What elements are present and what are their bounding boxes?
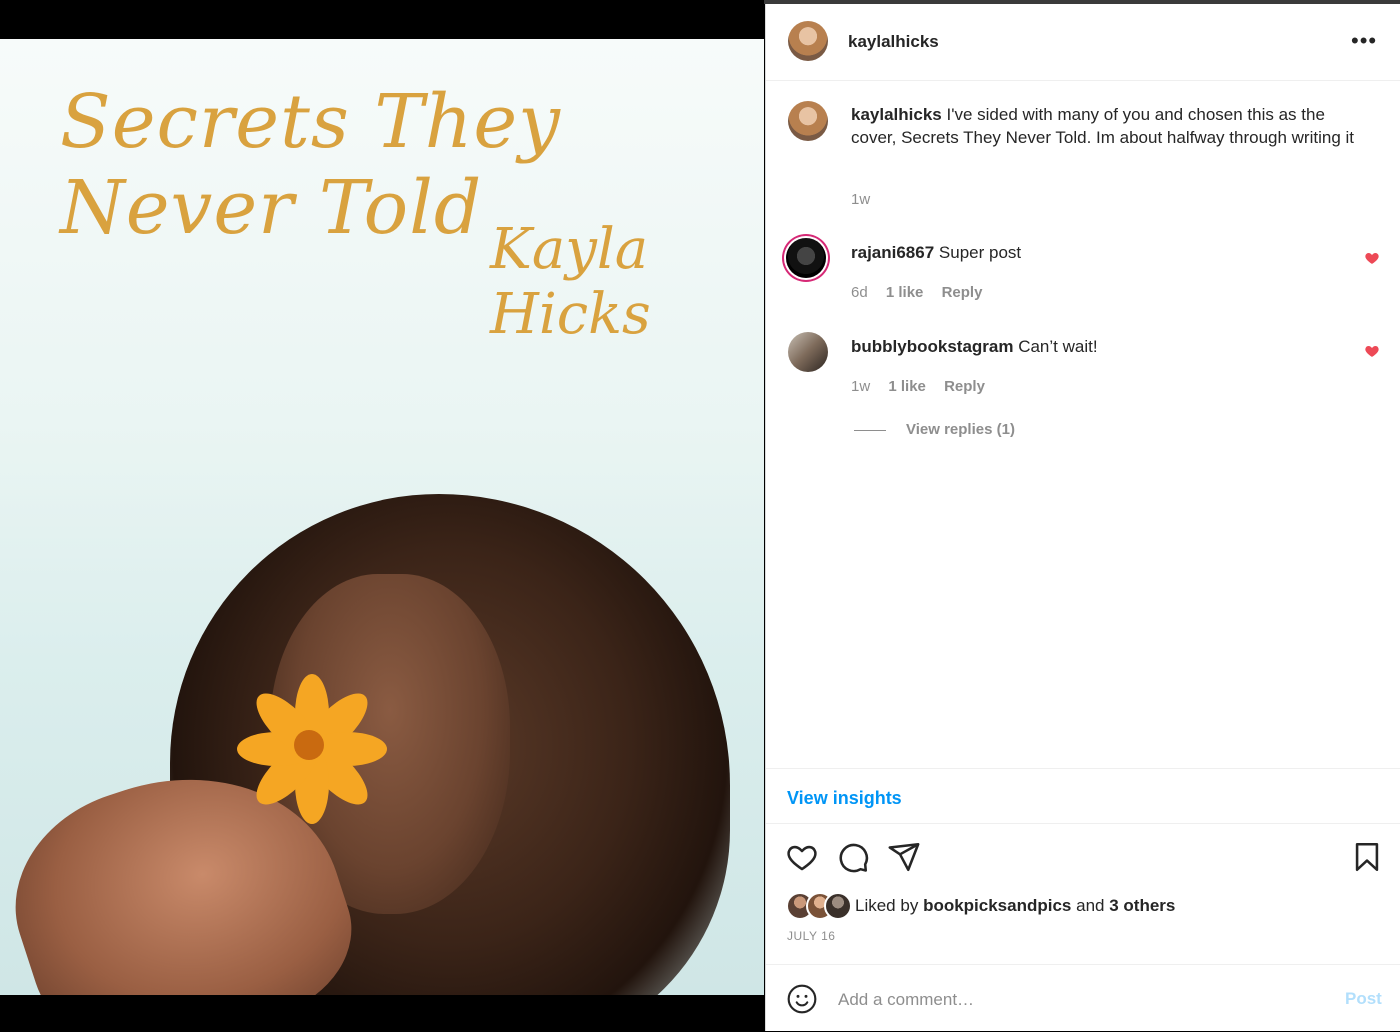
comment-input[interactable]	[836, 987, 1320, 1013]
view-replies-label: View replies (1)	[906, 421, 1015, 438]
comment-time: 6d	[851, 284, 868, 301]
comment-like-count[interactable]: 1 like	[888, 378, 926, 395]
comment-meta: 6d 1 like Reply	[851, 284, 996, 301]
author-avatar[interactable]	[788, 21, 828, 61]
emoji-icon[interactable]	[786, 983, 818, 1015]
comment-avatar[interactable]	[786, 238, 826, 278]
comment-text: bubblybookstagram Can’t wait!	[851, 335, 1371, 358]
post-sidebar: kaylalhicks ••• kaylalhicks I've sided w…	[765, 4, 1400, 1031]
comment-body: Can’t wait!	[1018, 337, 1098, 356]
view-replies-button[interactable]: View replies (1)	[854, 421, 1015, 438]
replies-divider	[854, 429, 886, 431]
comments-list: kaylalhicks I've sided with many of you …	[766, 81, 1400, 766]
caption-text: kaylalhicks I've sided with many of you …	[851, 103, 1371, 149]
post-media: Secrets They Never Told Kayla Hicks	[0, 0, 764, 1031]
likes-summary: Liked by bookpicksandpics and 3 others	[786, 892, 1386, 922]
bookmark-icon[interactable]	[1350, 840, 1384, 874]
add-comment-bar: Post	[766, 964, 1400, 1032]
insights-bar: View insights	[766, 768, 1400, 824]
view-insights-link[interactable]: View insights	[787, 788, 902, 809]
comment-icon[interactable]	[836, 840, 870, 874]
action-bar	[766, 834, 1400, 884]
caption-meta: 1w	[851, 191, 884, 208]
post-button[interactable]: Post	[1345, 989, 1382, 1009]
liked-by-others[interactable]: 3 others	[1109, 896, 1175, 915]
more-horizontal-icon[interactable]: •••	[1351, 28, 1377, 54]
heart-filled-icon[interactable]	[1364, 343, 1380, 359]
comment-body: Super post	[938, 243, 1022, 262]
comment-time: 1w	[851, 378, 871, 395]
comment-meta: 1w 1 like Reply	[851, 378, 999, 395]
yellow-flower	[237, 664, 387, 834]
cover-author: Kayla Hicks	[490, 217, 651, 347]
share-icon[interactable]	[887, 840, 921, 874]
liked-by-user[interactable]: bookpicksandpics	[923, 896, 1071, 915]
book-cover-image: Secrets They Never Told Kayla Hicks	[0, 39, 764, 995]
post-date: JULY 16	[787, 929, 836, 943]
liked-by-text: Liked by bookpicksandpics and 3 others	[855, 896, 1175, 916]
liked-by-conj: and	[1076, 896, 1105, 915]
liker-avatar[interactable]	[824, 892, 852, 920]
heart-filled-icon[interactable]	[1364, 250, 1380, 266]
comment-username[interactable]: bubblybookstagram	[851, 337, 1013, 356]
reply-button[interactable]: Reply	[942, 284, 983, 301]
liked-by-prefix: Liked by	[855, 896, 919, 915]
comment-text: rajani6867 Super post	[851, 241, 1371, 264]
author-username[interactable]: kaylalhicks	[848, 32, 939, 52]
comment-username[interactable]: rajani6867	[851, 243, 934, 262]
heart-outline-icon[interactable]	[785, 840, 819, 874]
caption-time: 1w	[851, 191, 871, 208]
caption-username[interactable]: kaylalhicks	[851, 105, 942, 124]
comment-avatar[interactable]	[788, 332, 828, 372]
reply-button[interactable]: Reply	[944, 378, 985, 395]
post-header: kaylalhicks •••	[766, 4, 1400, 81]
comment-like-count[interactable]: 1 like	[886, 284, 924, 301]
caption-avatar[interactable]	[788, 101, 828, 141]
